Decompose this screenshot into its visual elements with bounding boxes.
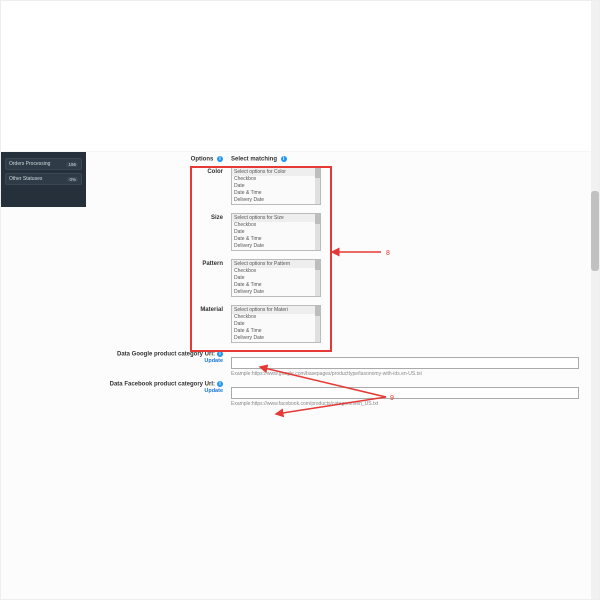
url-container: Data Google product category Url:iUpdate…	[86, 351, 589, 407]
option-label: Pattern	[86, 259, 231, 267]
sidebar-item-orders[interactable]: Orders Processing 196	[5, 158, 82, 170]
option-row: PatternSelect options for PatternCheckbo…	[86, 259, 589, 297]
option-label: Material	[86, 305, 231, 313]
sidebar-item-count: 196	[66, 162, 78, 167]
option-select[interactable]: Select options for SizeCheckboxDateDate …	[231, 213, 321, 251]
option-select[interactable]: Select options for PatternCheckboxDateDa…	[231, 259, 321, 297]
url-example: Example:https://www.google.com/basepages…	[231, 371, 579, 377]
info-icon[interactable]: i	[217, 381, 223, 387]
col-options: Options i	[86, 156, 231, 163]
info-icon[interactable]: i	[217, 351, 223, 357]
option-row: MaterialSelect options for MateriCheckbo…	[86, 305, 589, 343]
option-select-head: Select options for Size	[232, 214, 320, 222]
option-row: ColorSelect options for ColorCheckboxDat…	[86, 167, 589, 205]
option-select[interactable]: Select options for ColorCheckboxDateDate…	[231, 167, 321, 205]
option-select-item[interactable]: Delivery Date	[232, 243, 320, 250]
option-select[interactable]: Select options for MateriCheckboxDateDat…	[231, 305, 321, 343]
col-select: Select matching i	[231, 156, 321, 163]
url-row: Data Google product category Url:iUpdate…	[86, 351, 589, 377]
url-label: Data Google product category Url:iUpdate	[86, 351, 231, 365]
option-select-item[interactable]: Delivery Date	[232, 335, 320, 342]
scrollbar[interactable]	[591, 1, 599, 599]
option-row: SizeSelect options for SizeCheckboxDateD…	[86, 213, 589, 251]
option-label: Size	[86, 213, 231, 221]
option-label: Color	[86, 167, 231, 175]
options-container: ColorSelect options for ColorCheckboxDat…	[86, 167, 589, 343]
option-select-head: Select options for Pattern	[232, 260, 320, 268]
option-select-item[interactable]: Checkbox	[232, 222, 320, 229]
listbox-scrollbar[interactable]	[315, 306, 320, 342]
option-select-item[interactable]: Checkbox	[232, 268, 320, 275]
option-select-item[interactable]: Date & Time	[232, 328, 320, 335]
info-icon[interactable]: i	[281, 156, 287, 162]
option-select-item[interactable]: Date	[232, 321, 320, 328]
url-row: Data Facebook product category Url:iUpda…	[86, 381, 589, 407]
url-label: Data Facebook product category Url:iUpda…	[86, 381, 231, 395]
listbox-scrollbar[interactable]	[315, 214, 320, 250]
sidebar-item-count: 0%	[67, 177, 78, 182]
listbox-scrollbar[interactable]	[315, 168, 320, 204]
url-right: Example:https://www.google.com/basepages…	[231, 351, 589, 377]
option-select-item[interactable]: Date & Time	[232, 236, 320, 243]
scrollbar-thumb[interactable]	[591, 191, 599, 271]
window: Orders Processing 196 Other Statuses 0% …	[0, 0, 600, 600]
content: Options i Select matching i ColorSelect …	[86, 152, 589, 600]
sidebar-item-label: Other Statuses	[9, 176, 42, 182]
url-right: Example:https://www.facebook.com/product…	[231, 381, 589, 407]
option-select-item[interactable]: Date	[232, 275, 320, 282]
url-input[interactable]	[231, 387, 579, 399]
info-icon[interactable]: i	[217, 156, 223, 162]
sidebar-item-label: Orders Processing	[9, 161, 50, 167]
option-select-item[interactable]: Delivery Date	[232, 197, 320, 204]
listbox-scrollbar[interactable]	[315, 260, 320, 296]
option-select-item[interactable]: Date & Time	[232, 190, 320, 197]
url-input[interactable]	[231, 357, 579, 369]
update-link[interactable]: Update	[86, 358, 223, 364]
option-select-item[interactable]: Date	[232, 229, 320, 236]
sidebar-item-other[interactable]: Other Statuses 0%	[5, 173, 82, 185]
url-example: Example:https://www.facebook.com/product…	[231, 401, 579, 407]
option-select-item[interactable]: Date	[232, 183, 320, 190]
option-select-item[interactable]: Date & Time	[232, 282, 320, 289]
sidebar: Orders Processing 196 Other Statuses 0%	[1, 152, 86, 207]
option-select-head: Select options for Materi	[232, 306, 320, 314]
option-select-item[interactable]: Checkbox	[232, 314, 320, 321]
option-select-item[interactable]: Delivery Date	[232, 289, 320, 296]
table-header: Options i Select matching i	[86, 156, 589, 163]
option-select-item[interactable]: Checkbox	[232, 176, 320, 183]
top-blank-area	[1, 1, 599, 152]
update-link[interactable]: Update	[86, 388, 223, 394]
option-select-head: Select options for Color	[232, 168, 320, 176]
lower-area: Orders Processing 196 Other Statuses 0% …	[1, 152, 599, 600]
